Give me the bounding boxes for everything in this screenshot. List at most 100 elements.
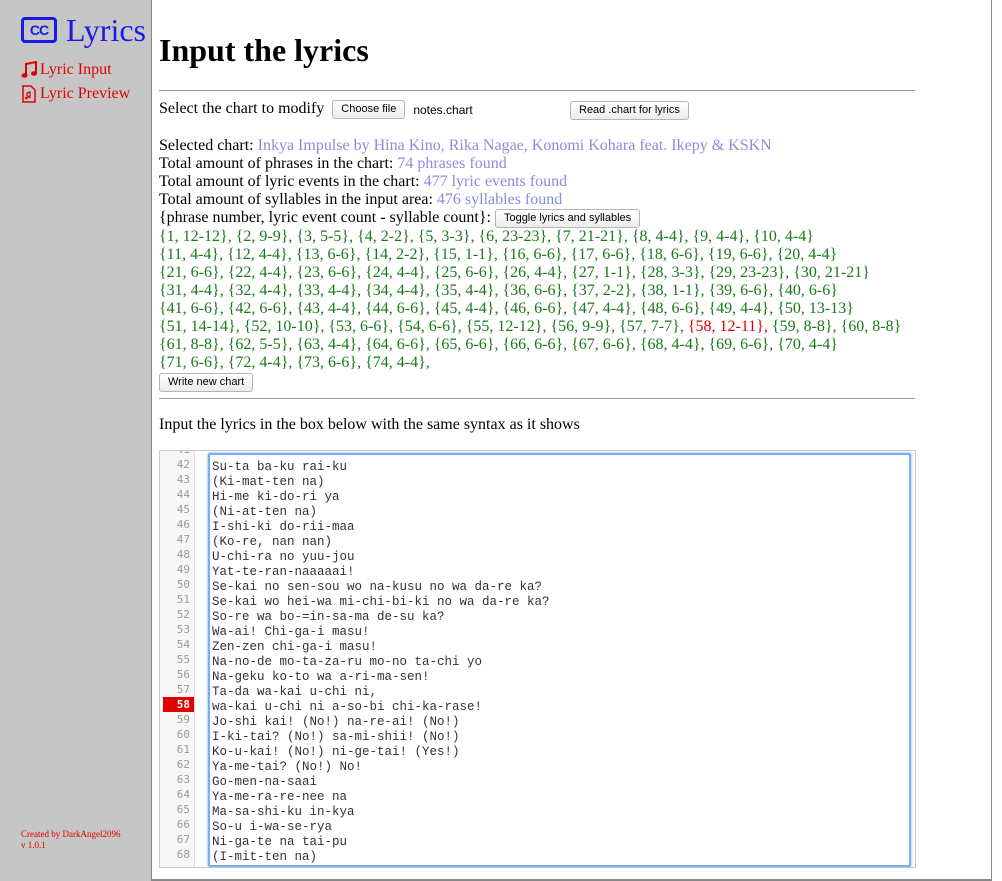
syllables-label: Total amount of syllables in the input a… xyxy=(159,191,433,208)
phrase-count-match: {59, 8-8}, {60, 8-8} xyxy=(771,318,902,335)
instructions: Input the lyrics in the box below with t… xyxy=(159,416,580,433)
chart-select-row: Select the chart to modify Choose file n… xyxy=(159,100,473,119)
lyrics-line: Su-ta ba-ku rai-ku xyxy=(212,460,348,474)
legend-label: {phrase number, lyric event count - syll… xyxy=(159,209,491,227)
lyrics-textarea[interactable]: To-ri-ma so-re naSu-ta ba-ku rai-ku(Ki-m… xyxy=(208,453,911,867)
lyric-events-line: Total amount of lyric events in the char… xyxy=(159,173,567,191)
chart-select-label: Select the chart to modify xyxy=(159,100,325,118)
read-chart-button[interactable]: Read .chart for lyrics xyxy=(570,101,689,120)
lyrics-line: I-shi-ki do-rii-maa xyxy=(212,520,355,534)
phrase-count-line: {21, 6-6}, {22, 4-4}, {23, 6-6}, {24, 4-… xyxy=(159,264,919,282)
lyrics-line: Hi-me ki-do-ri ya xyxy=(212,490,340,504)
lyric-events-value: 477 lyric events found xyxy=(423,173,568,190)
lyrics-line: So-re wa bo-=in-sa-ma de-su ka? xyxy=(212,610,445,624)
sidebar-item-lyric-input[interactable]: Lyric Input xyxy=(21,58,130,82)
phrase-count-match: {21, 6-6}, {22, 4-4}, {23, 6-6}, {24, 4-… xyxy=(159,264,870,281)
credits: Created by DarkAngel2096 v 1.0.1 xyxy=(21,829,120,851)
lyrics-line: (Ni-at-ten na) xyxy=(212,505,318,519)
line-number: 42 xyxy=(176,458,190,471)
brand-title: Lyrics xyxy=(66,12,146,48)
phrase-count-match: {71, 6-6}, {72, 4-4}, {73, 6-6}, {74, 4-… xyxy=(159,354,430,371)
phrase-count-line: {41, 6-6}, {42, 6-6}, {43, 4-4}, {44, 6-… xyxy=(159,300,919,318)
credits-author: Created by DarkAngel2096 xyxy=(21,829,121,839)
lyrics-line: Ko-u-kai! (No!) ni-ge-tai! (Yes!) xyxy=(212,745,460,759)
lyrics-line: Ta-da wa-kai u-chi ni, xyxy=(212,685,378,699)
phrase-count-line: {1, 12-12}, {2, 9-9}, {3, 5-5}, {4, 2-2}… xyxy=(159,228,919,246)
line-number: 47 xyxy=(176,533,190,546)
line-number: 41 xyxy=(160,451,194,457)
line-number: 66 xyxy=(176,818,190,831)
lyrics-line: Na-no-de mo-ta-za-ru mo-no ta-chi yo xyxy=(212,655,483,669)
line-number: 45 xyxy=(176,503,190,516)
line-number: 60 xyxy=(176,728,190,741)
page-title: Input the lyrics xyxy=(159,32,369,68)
legend-line: {phrase number, lyric event count - syll… xyxy=(159,209,641,228)
divider xyxy=(159,90,915,91)
lyrics-line: So-u i-wa-se-rya xyxy=(212,820,333,834)
lyric-events-label: Total amount of lyric events in the char… xyxy=(159,173,420,190)
line-number: 43 xyxy=(176,473,190,486)
line-number: 67 xyxy=(176,833,190,846)
lyrics-line: I-ki-tai? (No!) sa-mi-shii! (No!) xyxy=(212,730,460,744)
sidebar-item-lyric-preview[interactable]: Lyric Preview xyxy=(21,82,130,106)
line-number: 50 xyxy=(176,578,190,591)
phrase-count-line: {51, 14-14}, {52, 10-10}, {53, 6-6}, {54… xyxy=(159,318,919,336)
line-number: 57 xyxy=(176,683,190,696)
lyrics-line: Se-kai wo hei-wa mi-chi-bi-ki no wa da-r… xyxy=(212,595,550,609)
write-chart-button[interactable]: Write new chart xyxy=(159,373,254,392)
line-number-gutter: 4142 43 44 45 46 47 48 49 50 51 52 53 54 55 56 575859 60… xyxy=(160,451,195,867)
lyrics-line: Ya-me-ra-re-nee na xyxy=(212,790,348,804)
lyrics-line: Zen-zen chi-ga-i masu! xyxy=(212,640,378,654)
lyrics-line: (Ko-re, nan nan) xyxy=(212,535,333,549)
music-note-icon xyxy=(21,61,37,78)
line-number: 56 xyxy=(176,668,190,681)
phrase-count-line: {61, 8-8}, {62, 5-5}, {63, 4-4}, {64, 6-… xyxy=(159,336,919,354)
sidebar: CC Lyrics Lyric Input Lyric Preview Crea… xyxy=(0,0,151,881)
lyrics-line: Wa-ai! Chi-ga-i masu! xyxy=(212,625,370,639)
phrase-count-match: {41, 6-6}, {42, 6-6}, {43, 4-4}, {44, 6-… xyxy=(159,300,854,317)
brand[interactable]: CC Lyrics xyxy=(21,10,146,50)
phrase-count-line: {31, 4-4}, {32, 4-4}, {33, 4-4}, {34, 4-… xyxy=(159,282,919,300)
lyrics-line: (Ki-mat-ten na) xyxy=(212,475,325,489)
phrase-count-match: {11, 4-4}, {12, 4-4}, {13, 6-6}, {14, 2-… xyxy=(159,246,838,263)
lyrics-editor[interactable]: 4142 43 44 45 46 47 48 49 50 51 52 53 54 55 56 575859 60… xyxy=(159,450,916,868)
phrases-count-line: Total amount of phrases in the chart: 74… xyxy=(159,155,507,173)
line-number: 55 xyxy=(176,653,190,666)
line-number: 68 xyxy=(176,848,190,861)
selected-chart-value: Inkya Impulse by Hina Kino, Rika Nagae, … xyxy=(257,137,772,154)
phrase-count-mismatch: {58, 12-11}, xyxy=(687,318,772,335)
lyrics-line: U-chi-ra no yuu-jou xyxy=(212,550,355,564)
lyrics-line: wa-kai u-chi ni a-so-bi chi-ka-rase! xyxy=(212,700,483,714)
line-number: 44 xyxy=(176,488,190,501)
phrase-count-match: {1, 12-12}, {2, 9-9}, {3, 5-5}, {4, 2-2}… xyxy=(159,228,814,245)
syllables-value: 476 syllables found xyxy=(436,191,563,208)
sidebar-nav: Lyric Input Lyric Preview xyxy=(21,58,130,106)
line-number: 62 xyxy=(176,758,190,771)
lyrics-line: Jo-shi kai! (No!) na-re-ai! (No!) xyxy=(212,715,460,729)
sidebar-item-label: Lyric Input xyxy=(40,61,112,78)
frame-divider xyxy=(151,0,152,881)
lyrics-line: To-ri-ma so-re na xyxy=(210,455,909,460)
syllables-line: Total amount of syllables in the input a… xyxy=(159,191,562,209)
line-number: 53 xyxy=(176,623,190,636)
lyrics-line: Go-men-na-saai xyxy=(212,775,318,789)
choose-file-button[interactable]: Choose file xyxy=(332,100,406,119)
line-number: 49 xyxy=(176,563,190,576)
toggle-lyrics-syllables-button[interactable]: Toggle lyrics and syllables xyxy=(494,209,641,228)
file-name: notes.chart xyxy=(413,102,473,117)
lyrics-line: Ma-sa-shi-ku in-kya xyxy=(212,805,355,819)
line-number: 65 xyxy=(176,803,190,816)
line-number: 51 xyxy=(176,593,190,606)
phrase-count-match: {61, 8-8}, {62, 5-5}, {63, 4-4}, {64, 6-… xyxy=(159,336,838,353)
line-number: 61 xyxy=(176,743,190,756)
phrase-count-match: {31, 4-4}, {32, 4-4}, {33, 4-4}, {34, 4-… xyxy=(159,282,838,299)
lyrics-line: Yat-te-ran-naaaaai! xyxy=(212,565,355,579)
lyrics-line: Se-kai no sen-sou wo na-kusu no wa da-re… xyxy=(212,580,543,594)
line-number: 64 xyxy=(176,788,190,801)
lyrics-line: Ni-ga-te na tai-pu xyxy=(212,835,348,849)
phrase-count-line: {71, 6-6}, {72, 4-4}, {73, 6-6}, {74, 4-… xyxy=(159,354,919,372)
phrase-counts: {1, 12-12}, {2, 9-9}, {3, 5-5}, {4, 2-2}… xyxy=(159,228,919,372)
selected-chart-line: Selected chart: Inkya Impulse by Hina Ki… xyxy=(159,137,772,155)
line-number: 54 xyxy=(176,638,190,651)
file-audio-icon xyxy=(22,85,36,103)
